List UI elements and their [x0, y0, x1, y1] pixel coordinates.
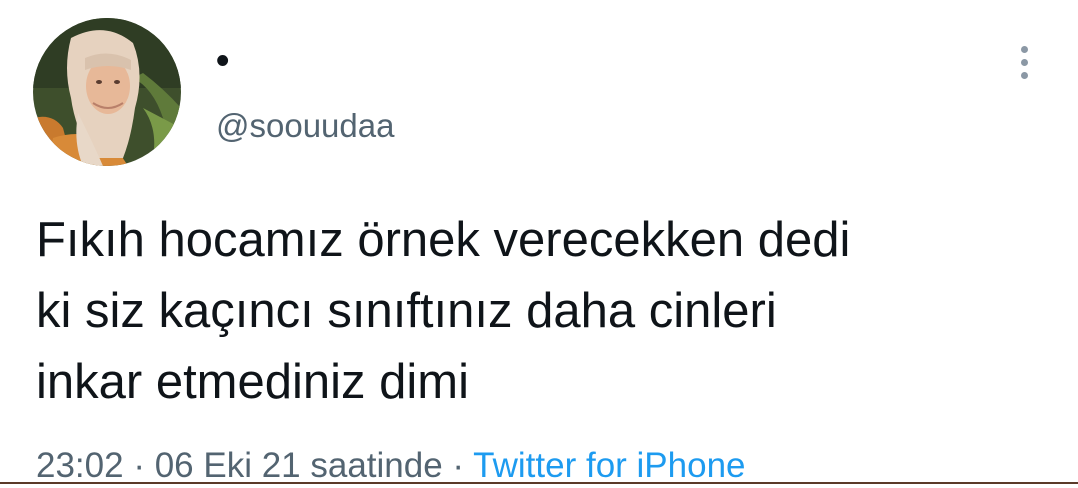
- tweet-date[interactable]: 06 Eki 21 saatinde: [155, 446, 443, 485]
- tweet-time[interactable]: 23:02: [36, 446, 124, 485]
- tweet-source-link[interactable]: Twitter for iPhone: [473, 446, 745, 485]
- user-handle[interactable]: @soouudaa: [216, 106, 394, 146]
- divider: [0, 482, 1078, 484]
- meta-separator: ·: [123, 446, 155, 485]
- tweet-card: • @soouudaa Fıkıh hocamız örnek verecekk…: [0, 0, 1078, 485]
- display-name[interactable]: •: [216, 38, 229, 84]
- more-vertical-icon: [1020, 45, 1028, 79]
- more-options-button[interactable]: [1006, 40, 1042, 84]
- avatar[interactable]: [33, 18, 181, 166]
- tweet-text: Fıkıh hocamız örnek verecekken dedi ki s…: [36, 213, 851, 409]
- meta-separator: ·: [442, 446, 474, 485]
